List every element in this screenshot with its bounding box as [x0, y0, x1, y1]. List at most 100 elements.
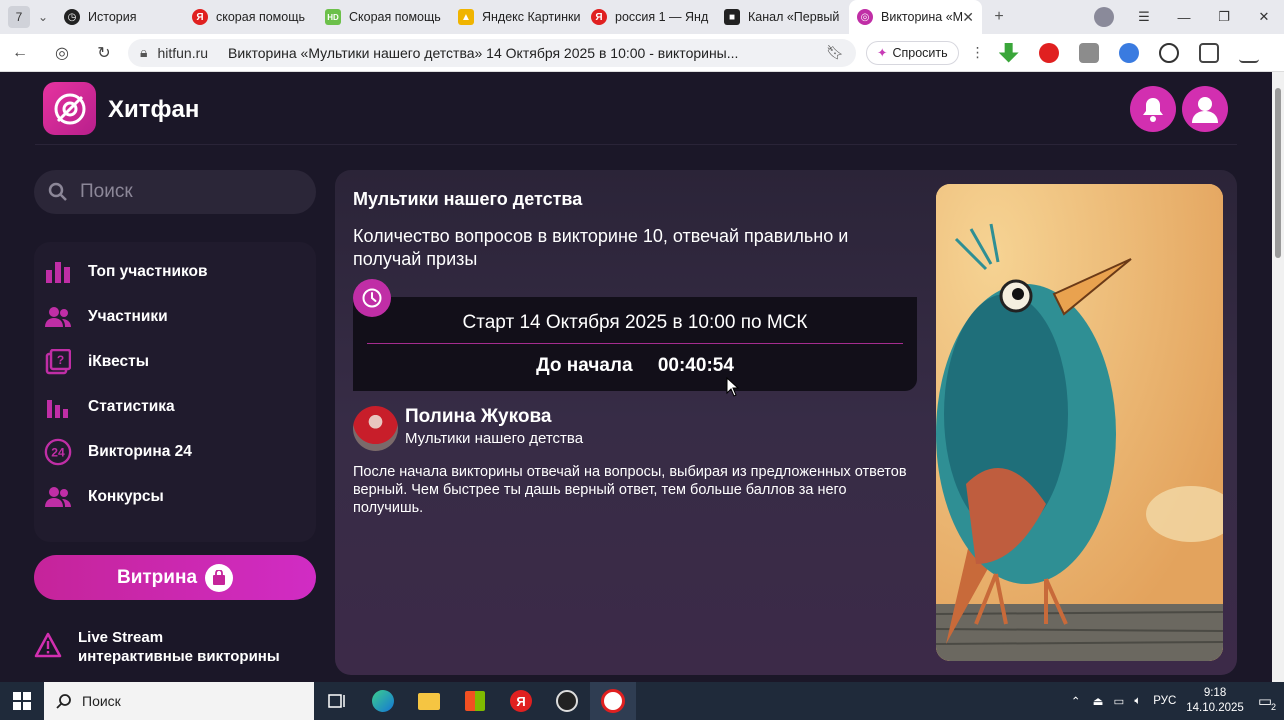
stats-icon [44, 393, 72, 421]
tab-russia1[interactable]: Я россия 1 — Янд [583, 0, 716, 34]
search-placeholder: Поиск [80, 181, 133, 202]
notifications-button[interactable] [1130, 86, 1176, 132]
new-tab-button[interactable]: + [988, 6, 1010, 28]
chevron-up-icon[interactable]: ⌃ [1071, 694, 1081, 708]
vitrina-button[interactable]: Витрина [34, 555, 316, 600]
quiz24-icon: 24 [44, 438, 72, 466]
address-field[interactable]: 🔒︎ hitfun.ru Викторина «Мультики нашего … [128, 38, 856, 67]
notification-center-icon[interactable]: ▭ 2 [1258, 692, 1276, 712]
network-icon[interactable]: ▭ [1113, 694, 1124, 708]
adblock-ext-icon[interactable] [1038, 42, 1059, 63]
reload-icon[interactable]: ↻ [90, 43, 118, 63]
author-avatar[interactable] [353, 406, 398, 451]
search-input[interactable]: Поиск [34, 170, 316, 214]
sidebar-menu: Топ участников Участники ? iКвесты Стати… [34, 242, 316, 542]
extensions-icon[interactable] [1198, 42, 1219, 63]
page: Хитфан Поиск Топ участников Участники ? … [0, 72, 1272, 682]
profile-avatar-icon[interactable] [1084, 7, 1124, 27]
tab-counter[interactable]: 7 [8, 6, 30, 28]
header-divider [35, 144, 1237, 145]
lock-icon: 🔒︎ [140, 44, 148, 60]
download-ext-icon[interactable] [998, 42, 1019, 63]
language-indicator[interactable]: РУС [1153, 695, 1176, 707]
quiz24-badge: 24 [51, 446, 65, 460]
sidebar-item-iquests[interactable]: ? iКвесты [44, 346, 149, 378]
sidebar-item-participants[interactable]: Участники [44, 301, 168, 333]
tab-quiz-active[interactable]: ◎ Викторина «Му ✕ [849, 0, 982, 34]
usb-icon[interactable]: ⏏ [1093, 694, 1104, 708]
downloads-icon[interactable] [1238, 43, 1259, 63]
channel-icon: ■ [724, 9, 740, 25]
more-icon[interactable]: ⋮ [971, 44, 985, 61]
tab-yandex-images[interactable]: ▲ Яндекс Картинки [450, 0, 583, 34]
history-icon: ◷ [64, 9, 80, 25]
countdown-label: До начала [536, 355, 633, 376]
reader-ext-icon[interactable] [1078, 42, 1099, 63]
window-controls: ☰ — ❐ ✕ [1084, 0, 1284, 34]
search-icon [48, 182, 67, 201]
sidebar-item-top-participants[interactable]: Топ участников [44, 256, 208, 288]
hitfun-logo-icon[interactable] [43, 82, 96, 135]
sidebar-item-quiz24[interactable]: 24 Викторина 24 [44, 436, 192, 468]
translate-ext-icon[interactable] [1118, 42, 1139, 63]
bookmark-icon[interactable]: 🔖︎ [826, 44, 844, 61]
quiz-title: Мультики нашего детства [353, 189, 583, 209]
start-divider [367, 343, 903, 344]
author-name[interactable]: Полина Жукова [405, 406, 551, 428]
scrollbar-thumb[interactable] [1275, 88, 1281, 258]
media-ext-icon[interactable] [1158, 42, 1179, 63]
tab-label: скорая помощь [216, 10, 306, 24]
url-page-title: Викторина «Мультики нашего детства» 14 О… [228, 44, 739, 61]
task-view-icon[interactable] [314, 682, 360, 720]
close-window-icon[interactable]: ✕ [1244, 9, 1284, 25]
sidebar-item-statistics[interactable]: Статистика [44, 391, 175, 423]
vitrina-label: Витрина [116, 566, 198, 588]
live-stream-link[interactable]: Live Stream интерактивные викторины [34, 628, 280, 666]
warning-icon [34, 632, 62, 658]
back-arrow-icon[interactable]: ← [6, 44, 34, 62]
countdown: До начала 00:40:54 [353, 355, 917, 377]
sidebar-item-contests[interactable]: Конкурсы [44, 481, 164, 513]
tab-label: Викторина «Му [881, 10, 963, 24]
store-icon[interactable] [452, 682, 498, 720]
tab-channel-one[interactable]: ■ Канал «Первый [716, 0, 849, 34]
windows-start-icon[interactable] [0, 682, 44, 720]
author-subtitle: Мультики нашего детства [405, 430, 584, 447]
taskbar-time: 9:18 [1203, 687, 1227, 699]
notification-count: 2 [1270, 702, 1276, 712]
chevron-down-icon[interactable]: ⌄ [30, 10, 56, 24]
sidebar-item-label: Участники [88, 308, 168, 325]
ask-button[interactable]: ✦ Спросить [866, 40, 959, 65]
close-tab-icon[interactable]: ✕ [962, 9, 974, 26]
obs-icon[interactable] [544, 682, 590, 720]
restore-icon[interactable]: ❐ [1204, 9, 1244, 25]
yandex-browser-icon[interactable] [590, 682, 636, 720]
svg-text:?: ? [57, 353, 64, 367]
protect-icon[interactable]: ◎ [48, 43, 76, 63]
volume-icon[interactable]: 🔈︎ [1134, 695, 1141, 708]
taskbar-clock[interactable]: 9:18 14.10.2025 [1186, 686, 1244, 716]
edge-icon[interactable] [360, 682, 406, 720]
yandex-icon: Я [591, 9, 607, 25]
brand-name[interactable]: Хитфан [108, 96, 199, 124]
tab-history[interactable]: ◷ История [56, 0, 184, 34]
menu-icon[interactable]: ☰ [1124, 9, 1164, 25]
minimize-icon[interactable]: — [1164, 10, 1204, 25]
bell-icon [1143, 98, 1163, 122]
tab-ambulance-search[interactable]: Я скорая помощь [184, 0, 317, 34]
hd-icon: HD [325, 9, 341, 25]
yandex-icon: Я [192, 9, 208, 25]
live-stream-title: Live Stream [78, 629, 164, 646]
quiz-description: Количество вопросов в викторине 10, отве… [353, 226, 849, 269]
file-explorer-icon[interactable] [406, 682, 452, 720]
search-icon [56, 694, 71, 709]
yandex-icon[interactable]: Я [498, 682, 544, 720]
people-icon [44, 303, 72, 331]
user-icon [1192, 97, 1218, 123]
tab-label: Канал «Первый [748, 10, 840, 24]
tab-ambulance-video[interactable]: HD Скорая помощь [317, 0, 450, 34]
taskbar-search[interactable]: Поиск [44, 682, 314, 720]
page-scrollbar[interactable] [1272, 72, 1284, 682]
hitfun-icon: ◎ [857, 9, 873, 25]
profile-button[interactable] [1182, 86, 1228, 132]
